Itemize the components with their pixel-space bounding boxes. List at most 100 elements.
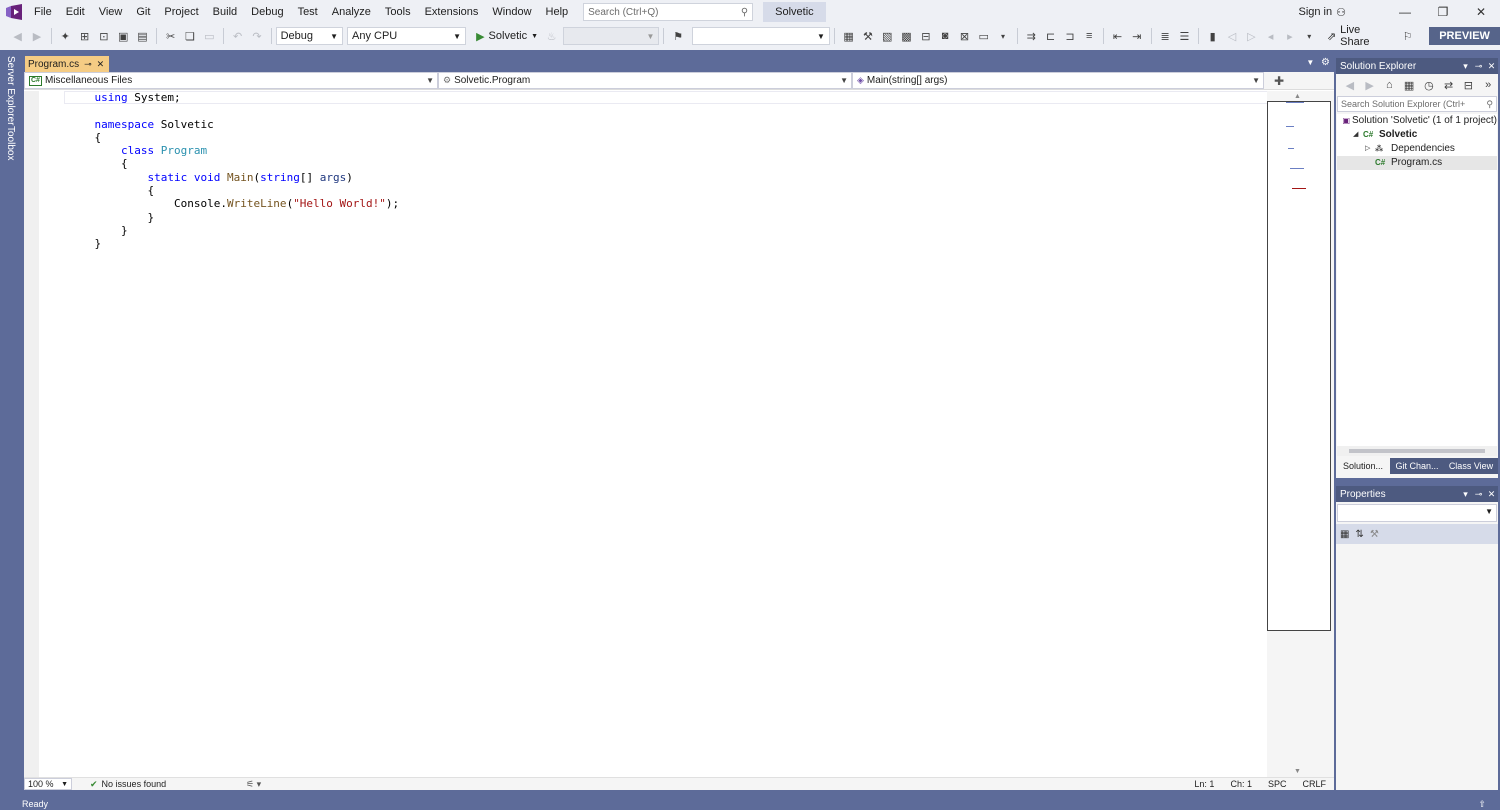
properties-object-select[interactable]: ▼ — [1337, 504, 1497, 522]
split-window-icon[interactable]: ✚ — [1264, 72, 1294, 89]
menu-test[interactable]: Test — [291, 0, 325, 24]
cut-icon[interactable]: ✂ — [163, 28, 178, 44]
code-line[interactable] — [68, 104, 399, 117]
close-icon[interactable]: ✕ — [1485, 61, 1498, 72]
save-all-icon[interactable]: ▤ — [135, 28, 150, 44]
toolbox-tab[interactable]: Toolbox — [5, 126, 16, 160]
navigate-forward-icon[interactable]: ▶ — [29, 28, 44, 44]
pin-icon[interactable]: ⊸ — [1472, 489, 1485, 500]
pending-changes-filter-icon[interactable]: ◷ — [1421, 77, 1437, 93]
member-select[interactable]: ◈ Main(string[] args) ▼ — [852, 72, 1264, 89]
add-item-icon[interactable]: ⊞ — [77, 28, 92, 44]
menu-tools[interactable]: Tools — [378, 0, 418, 24]
code-line[interactable]: using System; — [68, 91, 399, 104]
quick-info-icon[interactable]: ⊐ — [1062, 28, 1077, 44]
horizontal-scrollbar[interactable] — [281, 780, 1186, 788]
indicator-margin[interactable] — [24, 91, 39, 777]
output-icon[interactable]: ⊠ — [957, 28, 972, 44]
code-line[interactable]: class Program — [68, 144, 399, 157]
code-editor[interactable]: C# Miscellaneous Files ▼ ⚙ Solvetic.Prog… — [24, 72, 1334, 790]
close-icon[interactable]: ✕ — [1485, 489, 1498, 500]
scroll-up-icon[interactable]: ▲ — [1294, 93, 1301, 100]
scroll-map-viewport[interactable] — [1267, 101, 1331, 631]
save-icon[interactable]: ▣ — [116, 28, 131, 44]
forward-icon[interactable]: ▶ — [1362, 77, 1378, 93]
tab-program-cs[interactable]: Program.cs ⊸ ✕ — [25, 56, 109, 72]
categorized-icon[interactable]: ▦ — [1340, 529, 1349, 540]
complete-word-icon[interactable]: ≡ — [1082, 28, 1097, 44]
close-icon[interactable]: ✕ — [97, 59, 105, 70]
previous-bookmark-icon[interactable]: ◁ — [1224, 28, 1239, 44]
code-line[interactable]: } — [68, 224, 399, 237]
menu-project[interactable]: Project — [157, 0, 205, 24]
type-select[interactable]: ⚙ Solvetic.Program ▼ — [438, 72, 852, 89]
next-bookmark-icon[interactable]: ▷ — [1244, 28, 1259, 44]
tab-git-changes[interactable]: Git Chan... — [1390, 458, 1444, 474]
search-input[interactable]: Search (Ctrl+Q) ⚲ — [583, 3, 754, 21]
menu-file[interactable]: File — [28, 0, 59, 24]
format-document-icon[interactable]: ⇉ — [1024, 28, 1039, 44]
more-options-icon[interactable]: » — [1480, 77, 1496, 93]
tree-item-solution[interactable]: ▣ Solution 'Solvetic' (1 of 1 project) — [1337, 114, 1497, 128]
outdent-icon[interactable]: ⇤ — [1110, 28, 1125, 44]
tree-item-csproj[interactable]: ◢ C# Solvetic — [1337, 128, 1497, 142]
vertical-scrollbar-map[interactable]: ▲ ▼ — [1267, 91, 1334, 777]
property-pages-wrench-icon[interactable]: ⚒ — [1370, 529, 1379, 540]
tree-item-csfile[interactable]: C# Program.cs — [1337, 156, 1497, 170]
solution-tree-horizontal-scrollbar[interactable] — [1337, 446, 1497, 456]
server-explorer-tab[interactable]: Server Explorer — [5, 56, 16, 125]
hot-reload-icon[interactable]: ♨ — [544, 28, 559, 44]
solution-platform-select[interactable]: Any CPU ▼ — [346, 27, 467, 45]
menu-window[interactable]: Window — [485, 0, 538, 24]
scroll-thumb[interactable] — [1349, 449, 1485, 453]
pin-icon[interactable]: ⊸ — [84, 59, 92, 70]
code-line[interactable]: } — [68, 237, 399, 250]
code-line[interactable]: { — [68, 157, 399, 170]
toolbar-options-icon[interactable]: ▾ — [1302, 28, 1317, 44]
find-combo[interactable]: ▼ — [691, 27, 830, 45]
preview-badge[interactable]: PREVIEW — [1429, 27, 1500, 45]
comment-icon[interactable]: ≣ — [1157, 28, 1172, 44]
sync-icon[interactable]: ⇄ — [1441, 77, 1457, 93]
code-text[interactable]: using System; namespace Solvetic { class… — [68, 91, 399, 251]
menu-build[interactable]: Build — [206, 0, 244, 24]
line-ending[interactable]: CRLF — [1302, 779, 1326, 789]
menu-analyze[interactable]: Analyze — [325, 0, 378, 24]
line-number[interactable]: Ln: 1 — [1194, 779, 1214, 789]
pin-icon[interactable]: ⊸ — [1472, 61, 1485, 72]
home-icon[interactable]: ⌂ — [1382, 77, 1398, 93]
scroll-down-icon[interactable]: ▼ — [1294, 768, 1301, 775]
tree-item-dependencies[interactable]: ▷ ⁂ Dependencies — [1337, 142, 1497, 156]
code-line[interactable]: static void Main(string[] args) — [68, 171, 399, 184]
code-line[interactable]: } — [68, 211, 399, 224]
code-line[interactable]: { — [68, 131, 399, 144]
feedback-icon[interactable]: ⚐ — [1400, 28, 1415, 44]
new-project-icon[interactable]: ✦ — [58, 28, 73, 44]
menu-edit[interactable]: Edit — [59, 0, 92, 24]
debug-target-select[interactable]: ▼ — [563, 27, 660, 45]
redo-icon[interactable]: ↷ — [249, 28, 264, 44]
code-cleanup-icon[interactable]: ⚟ ▾ — [246, 779, 261, 790]
server-explorer-icon[interactable]: ⊟ — [918, 28, 933, 44]
properties-wrench-icon[interactable]: ⚒ — [860, 28, 875, 44]
paste-icon[interactable]: ▭ — [202, 28, 217, 44]
visual-studio-logo-icon[interactable] — [0, 0, 28, 24]
gear-icon[interactable]: ⚙ — [1321, 57, 1330, 68]
uncomment-icon[interactable]: ☰ — [1177, 28, 1192, 44]
find-in-files-icon[interactable]: ⚑ — [670, 28, 685, 44]
publish-arrow-icon[interactable]: ⇧ — [1478, 799, 1486, 810]
menu-extensions[interactable]: Extensions — [418, 0, 486, 24]
expander-icon[interactable]: ▷ — [1365, 142, 1375, 156]
bookmark-icon[interactable]: ▮ — [1205, 28, 1220, 44]
window-layout-icon[interactable]: ▭ — [976, 28, 991, 44]
undo-icon[interactable]: ↶ — [230, 28, 245, 44]
parameter-info-icon[interactable]: ⊏ — [1043, 28, 1058, 44]
indent-icon[interactable]: ⇥ — [1129, 28, 1144, 44]
menu-git[interactable]: Git — [129, 0, 157, 24]
code-line[interactable]: namespace Solvetic — [68, 118, 399, 131]
tab-solution-explorer[interactable]: Solution... — [1336, 458, 1390, 474]
live-share-button[interactable]: ⇗ Live Share — [1327, 24, 1390, 48]
back-icon[interactable]: ◀ — [1342, 77, 1358, 93]
project-context-select[interactable]: C# Miscellaneous Files ▼ — [24, 72, 438, 89]
toolbox-icon[interactable]: ▧ — [880, 28, 895, 44]
